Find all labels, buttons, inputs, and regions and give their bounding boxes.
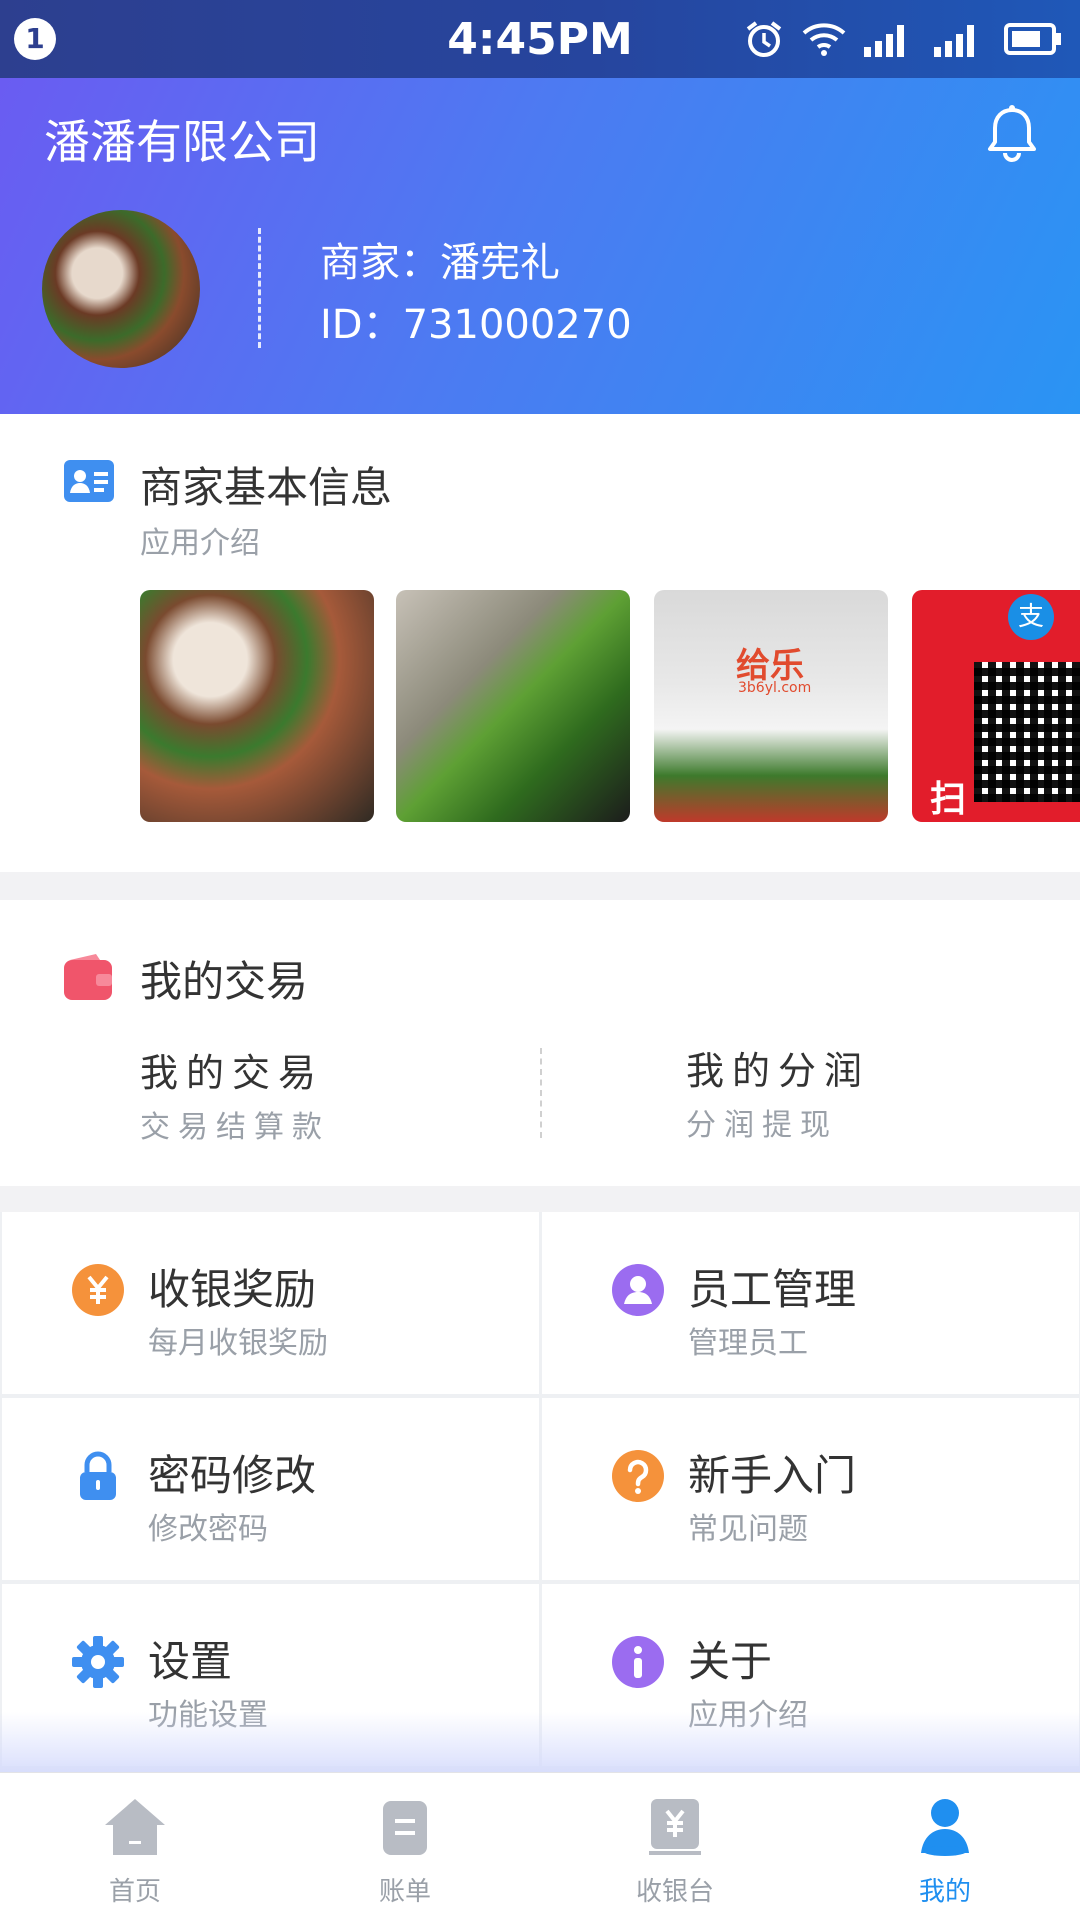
- bottom-fade: [0, 1712, 1080, 1772]
- profile-icon: [921, 1799, 969, 1856]
- merchant-name: 商家：潘宪礼: [320, 240, 560, 286]
- my-trade-item[interactable]: 我的交易 交易结算款: [0, 1030, 540, 1170]
- signal-icon-2: [934, 25, 974, 57]
- battery-icon: [1004, 23, 1061, 55]
- nav-label: 首页: [108, 1877, 161, 1907]
- nav-label: 我的: [918, 1877, 971, 1907]
- grid-item-subtitle: 常见问题: [688, 1512, 808, 1547]
- signal-icon-1: [864, 25, 904, 57]
- cashier-icon: [649, 1799, 701, 1855]
- grid-item-beginner-guide[interactable]: 新手入门 常见问题: [542, 1398, 1079, 1580]
- alipay-logo: 支: [1008, 594, 1054, 640]
- nav-profile[interactable]: 我的: [810, 1789, 1080, 1909]
- grid-item-staff-management[interactable]: 员工管理 管理员工: [542, 1212, 1079, 1394]
- merchant-id: ID：731000270: [320, 302, 632, 348]
- grid-item-title: 员工管理: [688, 1265, 857, 1314]
- nav-label: 账单: [378, 1877, 431, 1907]
- grid-item-subtitle: 修改密码: [148, 1512, 268, 1547]
- my-profit-subtitle: 分润提现: [686, 1108, 838, 1143]
- photo-brand-domain: 3b6yl.com: [738, 680, 812, 696]
- grid-item-cashier-reward[interactable]: 收银奖励 每月收银奖励: [2, 1212, 539, 1394]
- grid-item-title: 关于: [688, 1637, 773, 1686]
- info-icon: [612, 1636, 664, 1688]
- id-card-icon: [64, 460, 114, 502]
- feature-grid: 收银奖励 每月收银奖励 员工管理 管理员工 密码修改 修改密码 新手入门 常见问…: [0, 1212, 1080, 1772]
- bottom-nav: 首页 账单 收银台 我的: [0, 1772, 1080, 1920]
- my-trade-title: 我的交易: [140, 1051, 325, 1095]
- merchant-info-subtitle: 应用介绍: [140, 526, 260, 561]
- gear-icon: [72, 1636, 124, 1688]
- question-icon: [612, 1450, 664, 1502]
- my-profit-item[interactable]: 我的分润 分润提现: [540, 1030, 1080, 1170]
- status-bar: 1 4:45PM: [0, 0, 1080, 78]
- grid-item-title: 新手入门: [688, 1451, 857, 1500]
- nav-cashier[interactable]: 收银台: [540, 1789, 810, 1909]
- bill-icon: [383, 1801, 427, 1855]
- transactions-title: 我的交易: [140, 957, 309, 1006]
- company-name: 潘潘有限公司: [44, 115, 320, 169]
- nav-label: 收银台: [635, 1877, 714, 1907]
- grid-item-title: 设置: [148, 1637, 233, 1686]
- nav-home[interactable]: 首页: [0, 1789, 270, 1909]
- home-icon: [105, 1799, 165, 1855]
- user-icon: [612, 1264, 664, 1316]
- qr-code: [974, 662, 1080, 802]
- merchant-photo-4[interactable]: 支 扫: [912, 590, 1080, 822]
- wallet-icon: [64, 954, 112, 1000]
- profile-header: 潘潘有限公司 商家：潘宪礼 ID：731000270: [0, 78, 1080, 414]
- grid-item-subtitle: 管理员工: [688, 1326, 808, 1361]
- yuan-coin-icon: [72, 1264, 124, 1316]
- bell-icon[interactable]: [984, 104, 1040, 164]
- header-divider: [258, 228, 261, 348]
- transactions-card: 我的交易 我的交易 交易结算款 我的分润 分润提现: [0, 900, 1080, 1186]
- my-trade-subtitle: 交易结算款: [140, 1110, 330, 1145]
- photo-scan-text: 扫: [930, 779, 967, 820]
- my-profit-title: 我的分润: [686, 1049, 871, 1093]
- nav-bill[interactable]: 账单: [270, 1789, 540, 1909]
- grid-item-title: 收银奖励: [148, 1265, 317, 1314]
- merchant-photo-1[interactable]: [140, 590, 374, 822]
- alarm-icon: [746, 21, 782, 57]
- status-icons: [744, 16, 1062, 62]
- grid-item-title: 密码修改: [148, 1451, 317, 1500]
- merchant-photo-3[interactable]: 给乐 3b6yl.com: [654, 590, 888, 822]
- lock-icon: [80, 1451, 116, 1500]
- avatar[interactable]: [42, 210, 200, 368]
- grid-item-change-password[interactable]: 密码修改 修改密码: [2, 1398, 539, 1580]
- grid-item-subtitle: 每月收银奖励: [148, 1326, 328, 1361]
- merchant-info-card[interactable]: 商家基本信息 应用介绍 给乐 3b6yl.com 支 扫: [0, 414, 1080, 872]
- wifi-icon: [802, 23, 846, 56]
- merchant-photo-2[interactable]: [396, 590, 630, 822]
- merchant-info-title: 商家基本信息: [140, 463, 393, 512]
